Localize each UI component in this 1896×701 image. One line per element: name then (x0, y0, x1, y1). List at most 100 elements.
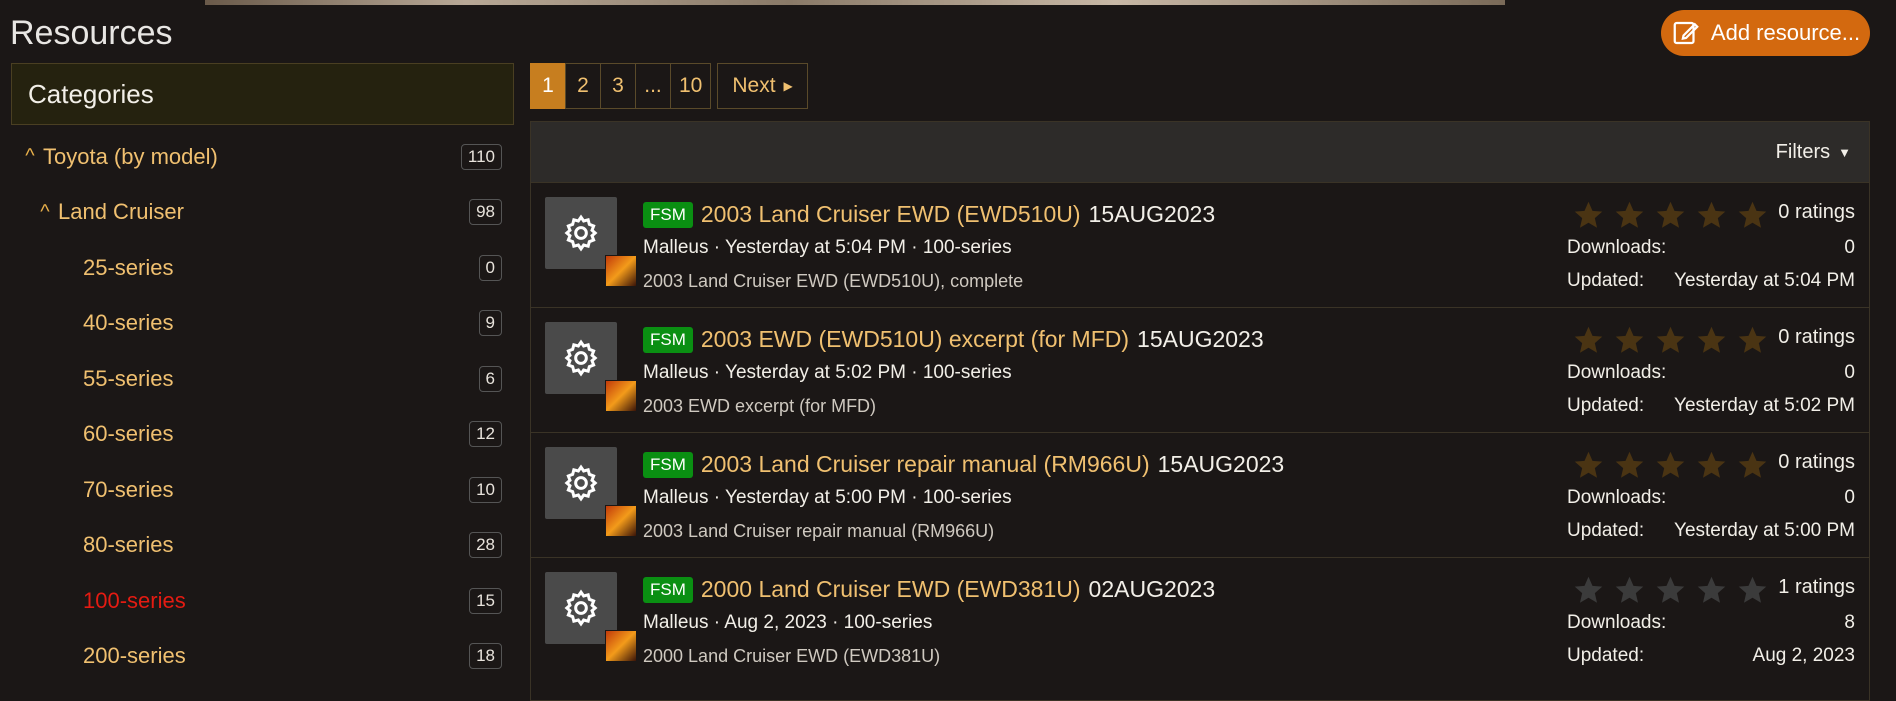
resource-meta[interactable]: Malleus · Yesterday at 5:04 PM · 100-ser… (643, 237, 1012, 259)
resource-list: Filters ▼ FSM 2003 Land Cruiser EWD (EWD… (530, 121, 1870, 701)
resource-icon[interactable] (545, 322, 637, 412)
downloads-value: 8 (1844, 612, 1855, 633)
star-icon (1615, 326, 1644, 353)
next-label: Next (732, 74, 776, 97)
category-25-series[interactable]: 25-series 0 (11, 240, 514, 296)
category-label[interactable]: 70-series (83, 477, 173, 503)
updated-label: Updated: (1567, 520, 1645, 541)
resource-version: 15AUG2023 (1157, 451, 1285, 477)
star-icon (1738, 451, 1767, 478)
user-avatar[interactable] (605, 505, 637, 537)
category-label[interactable]: 55-series (83, 366, 173, 392)
resource-title-link[interactable]: 2003 Land Cruiser repair manual (RM966U) (701, 451, 1150, 478)
category-100-series[interactable]: 100-series 15 (11, 573, 514, 629)
user-avatar[interactable] (605, 380, 637, 412)
resource-row: FSM 2003 EWD (EWD510U) excerpt (for MFD)… (531, 307, 1869, 432)
gear-icon (564, 214, 598, 252)
resource-title-row: FSM 2000 Land Cruiser EWD (EWD381U) 02AU… (643, 576, 1215, 603)
category-toyota[interactable]: ^ Toyota (by model) 110 (11, 129, 514, 185)
chevron-up-icon[interactable]: ^ (32, 201, 58, 224)
category-count: 98 (469, 199, 502, 226)
user-avatar[interactable] (605, 630, 637, 662)
add-resource-button[interactable]: Add resource... (1661, 10, 1870, 56)
prefix-badge[interactable]: FSM (643, 451, 693, 478)
star-icon (1738, 576, 1767, 603)
category-land-cruiser[interactable]: ^ Land Cruiser 98 (11, 185, 514, 241)
downloads-value: 0 (1844, 487, 1855, 508)
star-rating (1571, 574, 1770, 607)
chevron-up-icon[interactable]: ^ (17, 145, 43, 168)
page-1-button[interactable]: 1 (530, 63, 566, 109)
resource-title-link[interactable]: 2003 Land Cruiser EWD (EWD510U) (701, 201, 1081, 228)
category-label[interactable]: Land Cruiser (58, 199, 184, 225)
updated-value[interactable]: Yesterday at 5:02 PM (1674, 395, 1855, 417)
prefix-badge[interactable]: FSM (643, 576, 693, 603)
edit-icon (1673, 21, 1699, 45)
category-label[interactable]: Toyota (by model) (43, 144, 218, 170)
category-60-series[interactable]: 60-series 12 (11, 407, 514, 463)
star-rating (1571, 199, 1770, 232)
star-icon (1697, 326, 1726, 353)
page-10-button[interactable]: 10 (670, 63, 712, 109)
category-label[interactable]: 80-series (83, 532, 173, 558)
category-55-series[interactable]: 55-series 6 (11, 351, 514, 407)
star-icon (1615, 201, 1644, 228)
resource-meta[interactable]: Malleus · Yesterday at 5:00 PM · 100-ser… (643, 487, 1012, 509)
star-icon (1574, 576, 1603, 603)
resource-title-row: FSM 2003 EWD (EWD510U) excerpt (for MFD)… (643, 326, 1264, 353)
prefix-badge[interactable]: FSM (643, 326, 693, 353)
updated-value[interactable]: Aug 2, 2023 (1753, 645, 1855, 667)
category-count: 18 (469, 643, 502, 670)
star-icon (1656, 326, 1685, 353)
resource-row: FSM 2003 Land Cruiser repair manual (RM9… (531, 432, 1869, 557)
downloads-label: Downloads: (1567, 362, 1667, 383)
resource-title-link[interactable]: 2000 Land Cruiser EWD (EWD381U) (701, 576, 1081, 603)
updated-label: Updated: (1567, 645, 1645, 666)
category-label-active[interactable]: 100-series (83, 588, 186, 614)
caret-down-icon[interactable]: ▼ (1838, 145, 1851, 160)
resource-icon[interactable] (545, 197, 637, 287)
gear-icon (564, 589, 598, 627)
filters-bar: Filters ▼ (531, 122, 1869, 182)
star-icon (1615, 576, 1644, 603)
star-icon (1574, 201, 1603, 228)
page-2-button[interactable]: 2 (565, 63, 601, 109)
page-3-button[interactable]: 3 (600, 63, 636, 109)
resource-meta[interactable]: Malleus · Aug 2, 2023 · 100-series (643, 612, 932, 634)
category-label[interactable]: 60-series (83, 421, 173, 447)
category-40-series[interactable]: 40-series 9 (11, 296, 514, 352)
filters-button[interactable]: Filters (1776, 141, 1830, 164)
star-icon (1656, 451, 1685, 478)
updated-value[interactable]: Yesterday at 5:04 PM (1674, 270, 1855, 292)
category-count: 0 (478, 254, 502, 281)
category-count: 110 (460, 143, 502, 170)
user-avatar[interactable] (605, 255, 637, 287)
category-label[interactable]: 200-series (83, 643, 186, 669)
category-80-series[interactable]: 80-series 28 (11, 518, 514, 574)
star-icon (1697, 576, 1726, 603)
category-count: 6 (478, 365, 502, 392)
resource-icon[interactable] (545, 447, 637, 537)
star-icon (1656, 576, 1685, 603)
star-icon (1697, 201, 1726, 228)
resource-title-link[interactable]: 2003 EWD (EWD510U) excerpt (for MFD) (701, 326, 1129, 353)
updated-label: Updated: (1567, 395, 1645, 416)
page-ellipsis-button[interactable]: ... (635, 63, 671, 109)
category-label[interactable]: 40-series (83, 310, 173, 336)
resource-icon[interactable] (545, 572, 637, 662)
ratings-count: 1 ratings (1778, 576, 1855, 598)
add-resource-label: Add resource... (1710, 20, 1861, 45)
prefix-badge[interactable]: FSM (643, 201, 693, 228)
resource-version: 15AUG2023 (1088, 201, 1216, 227)
updated-value[interactable]: Yesterday at 5:00 PM (1674, 520, 1855, 542)
resource-description: 2003 EWD excerpt (for MFD) (643, 396, 877, 416)
ratings-count: 0 ratings (1778, 451, 1855, 473)
category-200-series[interactable]: 200-series 18 (11, 629, 514, 685)
next-page-button[interactable]: Next ▶ (717, 63, 808, 109)
category-count: 10 (469, 476, 502, 503)
downloads-label: Downloads: (1567, 237, 1667, 258)
star-icon (1656, 201, 1685, 228)
resource-meta[interactable]: Malleus · Yesterday at 5:02 PM · 100-ser… (643, 362, 1012, 384)
category-70-series[interactable]: 70-series 10 (11, 462, 514, 518)
category-label[interactable]: 25-series (83, 255, 173, 281)
